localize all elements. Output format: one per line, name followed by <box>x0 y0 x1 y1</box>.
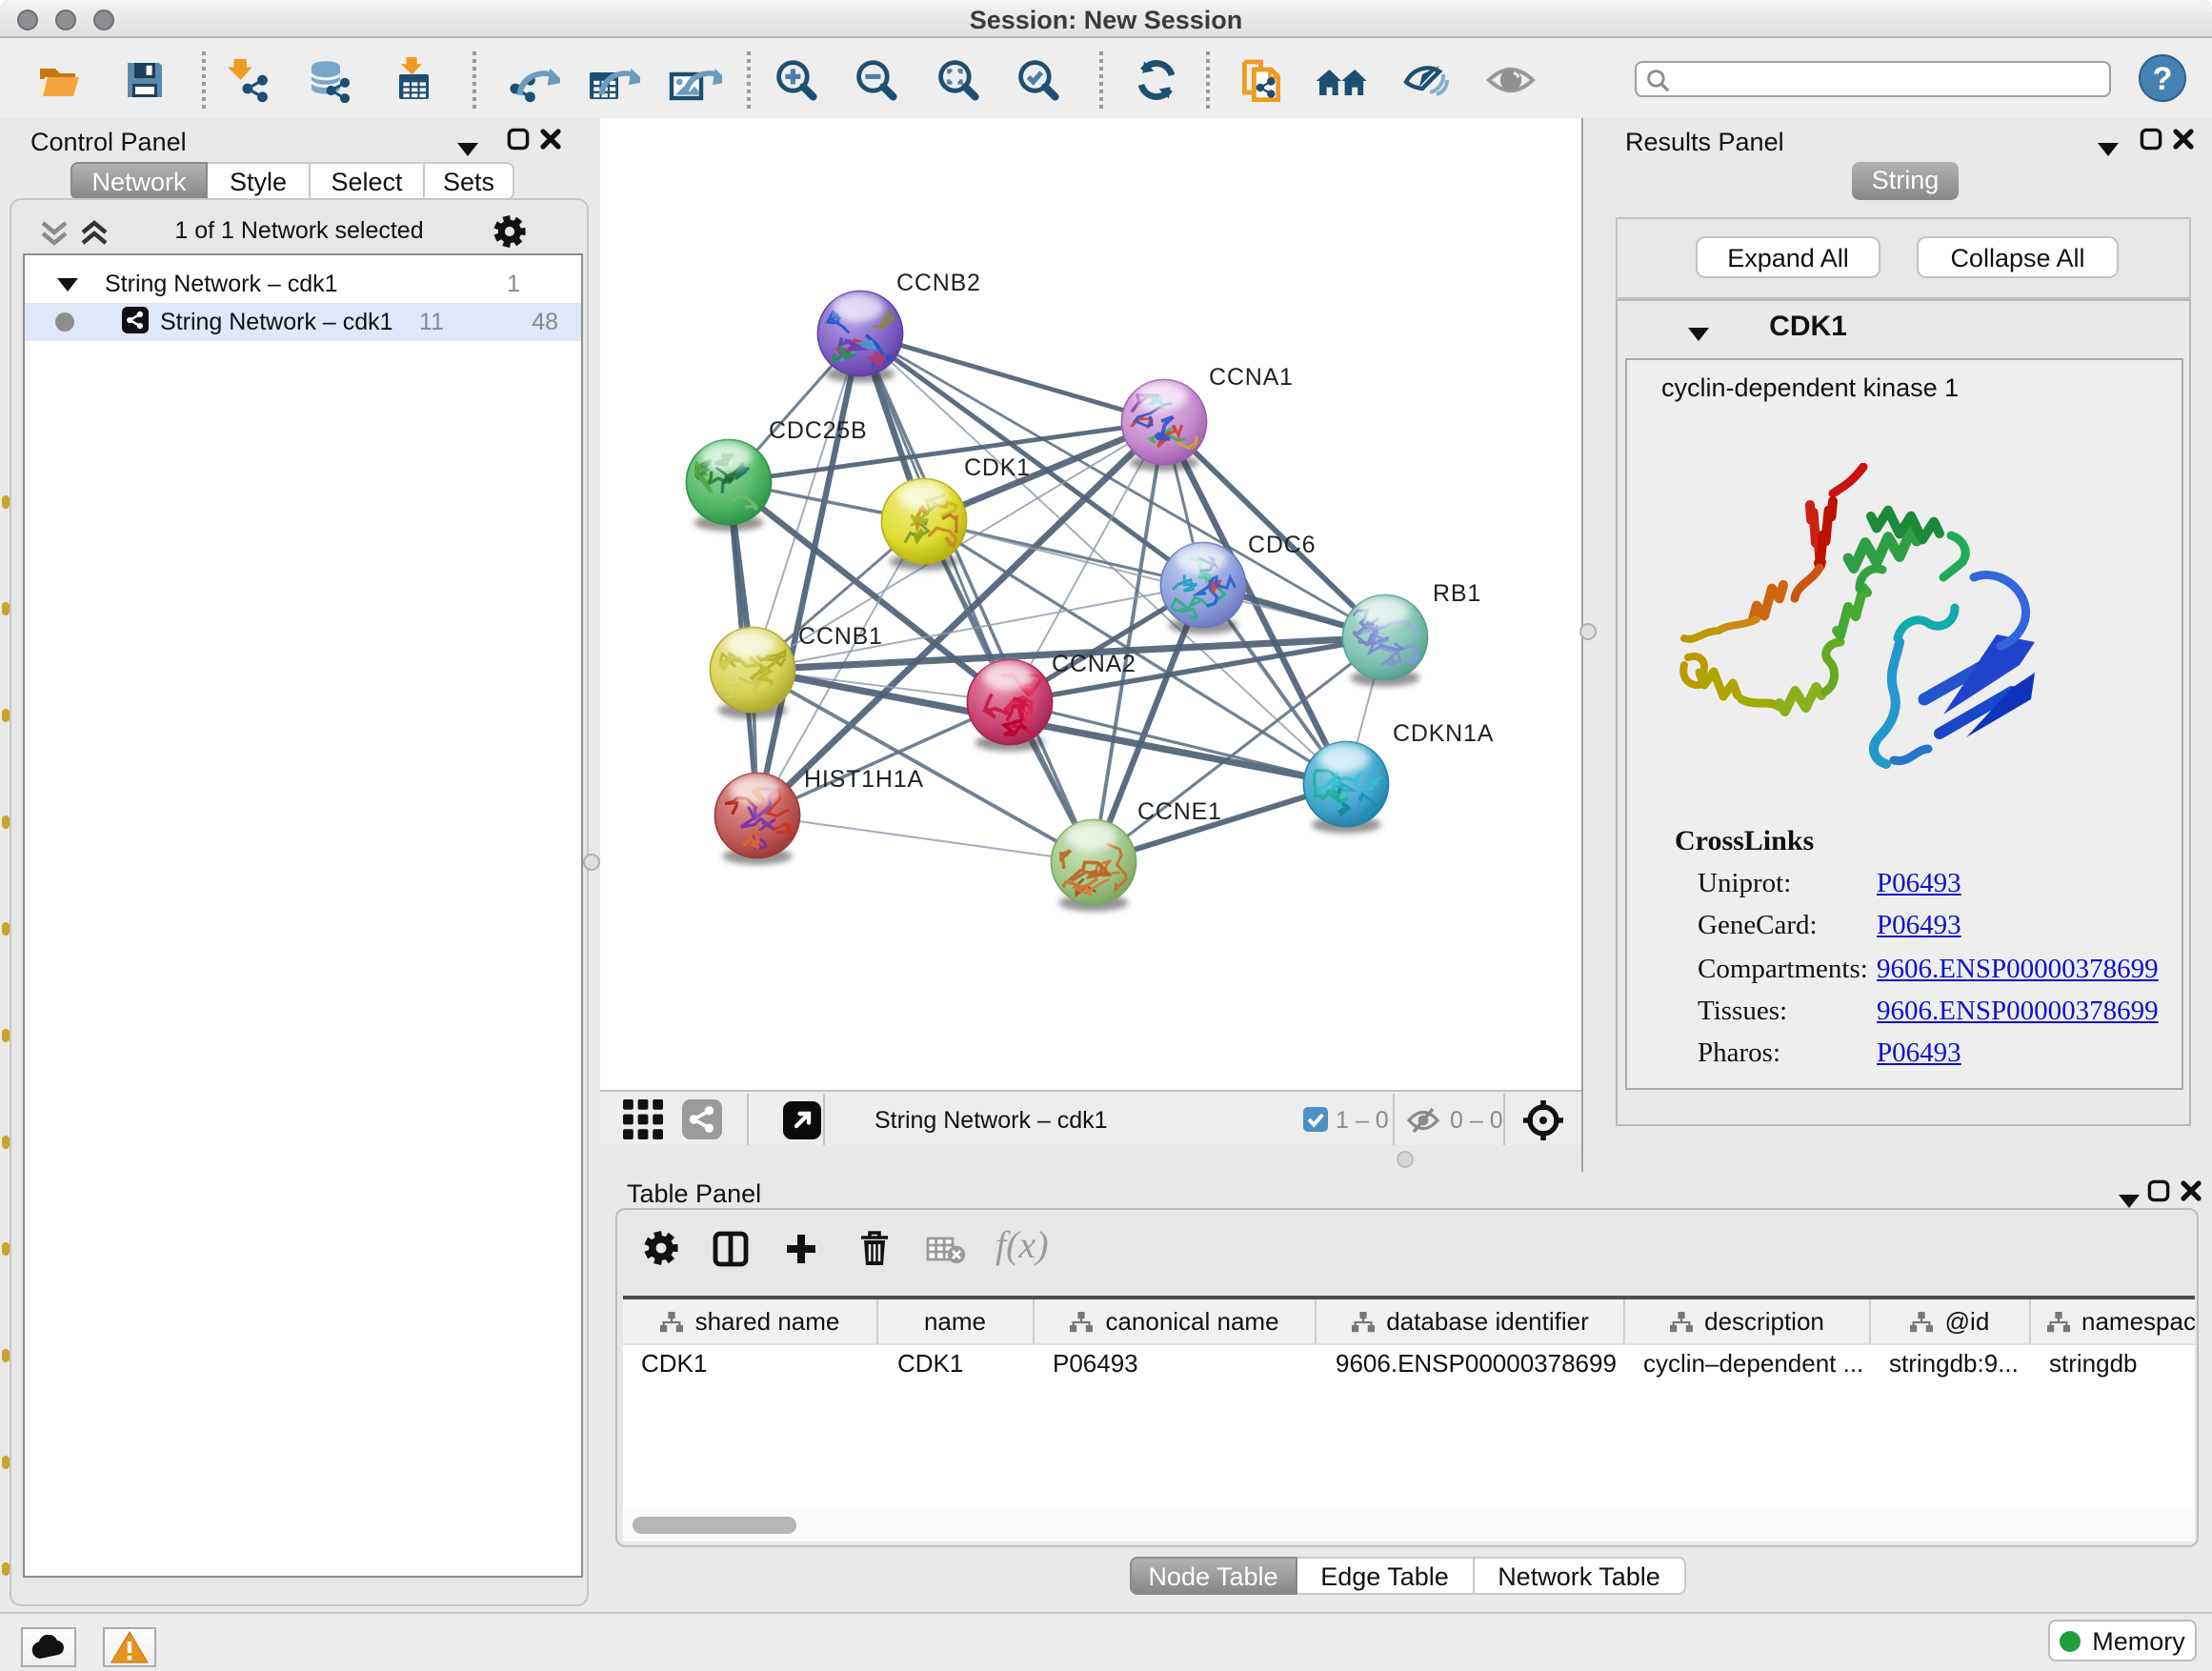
svg-text:CDC25B: CDC25B <box>769 417 867 444</box>
svg-text:CDK1: CDK1 <box>964 454 1031 481</box>
svg-text:CCNA1: CCNA1 <box>1209 364 1294 391</box>
svg-text:HIST1H1A: HIST1H1A <box>804 766 924 793</box>
svg-text:CDC6: CDC6 <box>1248 532 1316 558</box>
svg-text:CCNB2: CCNB2 <box>896 270 981 296</box>
svg-text:CCNA2: CCNA2 <box>1052 651 1136 677</box>
svg-text:CCNB1: CCNB1 <box>798 623 883 650</box>
svg-text:RB1: RB1 <box>1433 580 1481 607</box>
svg-text:CDKN1A: CDKN1A <box>1393 720 1494 747</box>
svg-text:?: ? <box>2153 61 2173 97</box>
svg-text:CCNE1: CCNE1 <box>1137 798 1222 825</box>
